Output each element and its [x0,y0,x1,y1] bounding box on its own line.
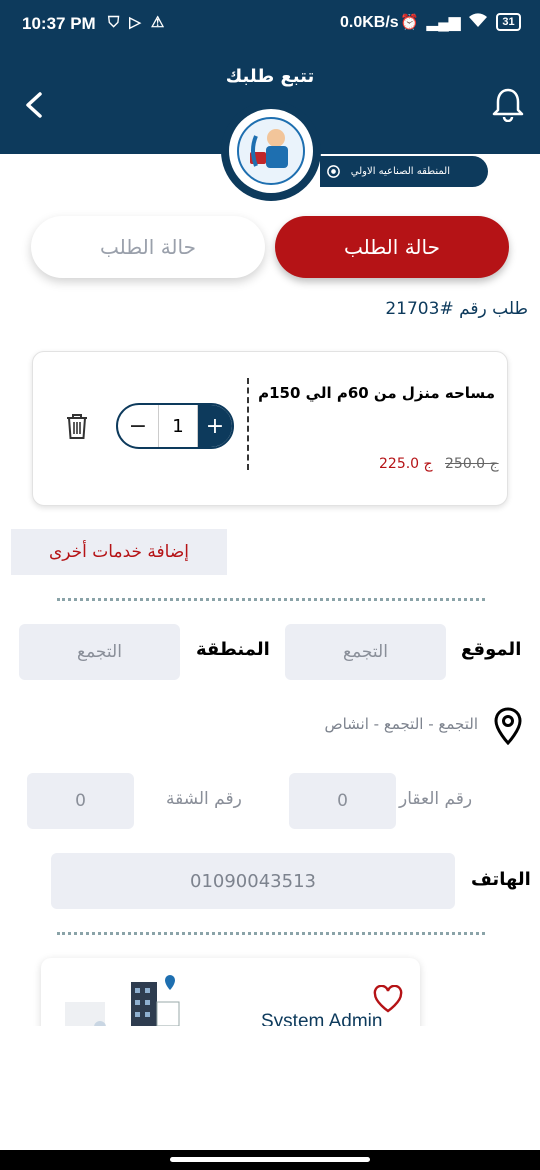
section-divider-2 [57,932,485,935]
delete-button[interactable] [65,412,89,440]
tab-order-status-secondary[interactable]: حالة الطلب [31,216,265,278]
status-left-icons: ⛉ ▷ ⚠ [108,13,165,32]
phone-field[interactable]: 01090043513 [51,853,455,909]
home-handle[interactable] [170,1157,370,1162]
system-nav-bar [0,1150,540,1170]
notifications-button[interactable] [490,86,526,123]
region-field[interactable]: التجمع [19,624,180,680]
old-price: 250.0 ج [445,456,499,472]
content-fade [0,1026,540,1150]
apartment-number-field[interactable]: 0 [27,773,134,829]
alarm-icon: ⏰ [400,14,419,31]
region-selector[interactable]: المنطقه الصناعيه الاولي [320,156,488,187]
brand-logo [221,101,321,201]
apartment-number-label: رقم الشقة [166,789,242,809]
chevron-left-icon [26,92,42,118]
location-target-icon [327,165,340,178]
quantity-value: 1 [158,405,198,447]
order-number: طلب رقم #21703 [385,299,528,319]
location-field[interactable]: التجمع [285,624,446,680]
section-divider [57,598,485,601]
warning-icon: ⚠ [150,14,165,31]
page-title: تتبع طلبك [225,66,315,87]
status-right-icons: ⏰ ▂▄▆ 31 [400,12,521,32]
map-pin-icon [494,707,522,746]
divider [247,378,249,470]
location-label: الموقع [461,639,522,660]
address-text: التجمع - التجمع - انشاص [324,715,478,733]
signal-icon: ▂▄▆ [426,14,461,31]
play-icon: ▷ [129,14,141,31]
status-bar: 10:37 PM ⛉ ▷ ⚠ 0.0KB/s ⏰ ▂▄▆ 31 [0,0,540,48]
trash-icon [67,414,87,439]
order-item-card: مساحه منزل من 60م الي 150م 250.0 ج 225.0… [32,351,508,506]
status-time: 10:37 PM [22,14,96,33]
property-number-field[interactable]: 0 [289,773,396,829]
decrease-button[interactable]: − [118,405,158,447]
wifi-icon [468,12,488,32]
property-number-label: رقم العقار [399,789,473,809]
phone-label: الهاتف [471,869,531,890]
service-name: مساحه منزل من 60م الي 150م [258,384,495,402]
tab-order-status[interactable]: حالة الطلب [275,216,509,278]
region-label: المنطقه الصناعيه الاولي [350,166,450,177]
logo-mascot-icon [237,117,305,185]
back-button[interactable] [18,88,52,122]
new-price: 225.0 ج [379,456,433,472]
add-more-services-button[interactable]: إضافة خدمات أخرى [11,529,227,575]
shield-icon: ⛉ [108,13,120,31]
quantity-stepper: − 1 + [116,403,234,449]
heart-icon[interactable] [373,985,403,1013]
region-field-label: المنطقة [196,639,270,660]
network-speed: 0.0KB/s [340,14,399,31]
bell-icon [492,88,524,123]
increase-button[interactable]: + [198,405,232,447]
battery-icon: 31 [496,13,521,31]
